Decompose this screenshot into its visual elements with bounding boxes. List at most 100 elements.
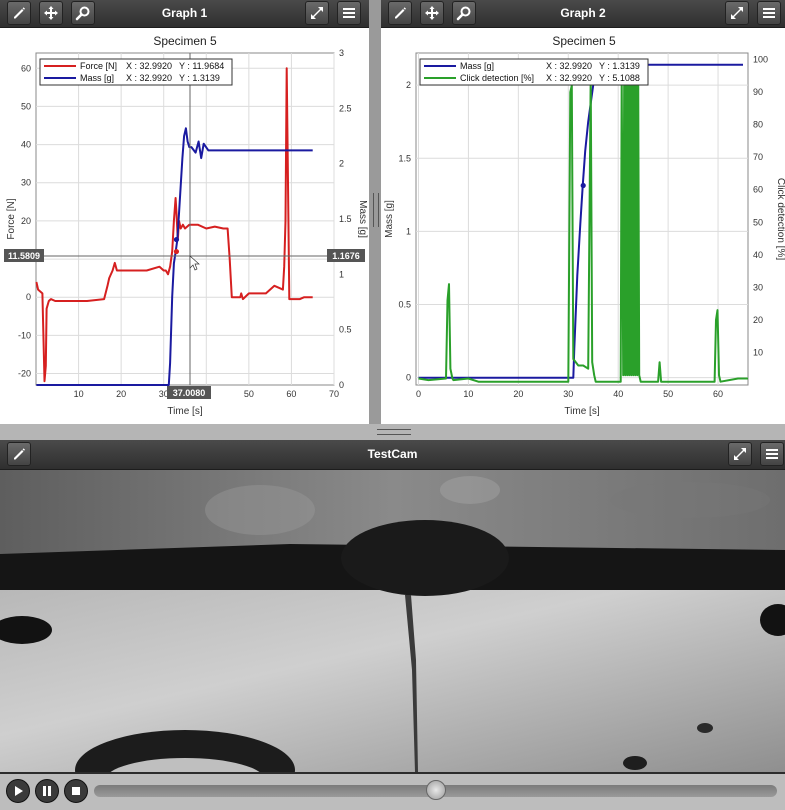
y-left-tick-label: 60	[21, 63, 31, 73]
graph2-zoom-button[interactable]	[452, 1, 476, 25]
hamburger-menu-icon	[763, 8, 775, 18]
graph2-ylabel-left: Mass [g]	[384, 200, 395, 238]
y-right-tick-label: 1	[339, 269, 344, 279]
stop-button[interactable]	[64, 779, 88, 803]
x-tick-label: 70	[329, 389, 339, 399]
x-tick-label: 20	[116, 389, 126, 399]
graph2-xlabel: Time [s]	[564, 406, 599, 417]
graph1-fullscreen-button[interactable]	[305, 1, 329, 25]
magnifier-icon	[75, 6, 90, 21]
y-right-tick-label: 30	[753, 282, 763, 292]
y-right-tick-label: 20	[753, 315, 763, 325]
legend-x-click: X : 32.9920	[546, 73, 592, 83]
x-tick-label: 20	[513, 389, 523, 399]
graph1-zoom-button[interactable]	[71, 1, 95, 25]
legend-y-click: Y : 5.1088	[599, 73, 640, 83]
expand-icon	[731, 7, 743, 19]
magnifier-icon	[456, 6, 471, 21]
legend-y-mass: Y : 1.3139	[599, 61, 640, 71]
graph1-cursor-left-readout: 11.5809	[8, 251, 40, 261]
graph2-chart[interactable]: Specimen 5 0 10 20 30 40 50 60 2 1.5 1 0.5 0 100 90…	[381, 27, 785, 424]
graph1-edit-button[interactable]	[7, 1, 31, 25]
graph1-xlabel: Time [s]	[167, 406, 202, 417]
graph1-right-ticks: 3 2.5 2 1.5 1 0.5 0	[339, 48, 352, 390]
mass-cursor-marker	[173, 236, 180, 243]
x-tick-label: 0	[416, 389, 421, 399]
playback-seek-thumb[interactable]	[425, 780, 446, 800]
y-right-tick-label: 50	[753, 217, 763, 227]
y-left-tick-label: 0.5	[398, 300, 411, 310]
camera-menu-button[interactable]	[760, 442, 784, 466]
x-tick-label: 50	[244, 389, 254, 399]
graph1-ylabel-right: Mass [g]	[357, 200, 368, 238]
y-right-tick-label: 70	[753, 152, 763, 162]
x-tick-label: 30	[563, 389, 573, 399]
camera-titlebar: TestCam	[0, 440, 785, 470]
pause-button[interactable]	[35, 779, 59, 803]
legend-name-click: Click detection [%]	[460, 73, 534, 83]
play-button[interactable]	[6, 779, 30, 803]
force-cursor-marker	[173, 248, 180, 255]
y-right-tick-label: 2	[339, 159, 344, 169]
legend-name-force: Force [N]	[80, 61, 117, 71]
pencil-icon	[395, 7, 406, 19]
y-right-tick-label: 0	[339, 380, 344, 390]
graph2-titlebar: Graph 2	[381, 0, 785, 28]
y-left-tick-label: 1	[406, 226, 411, 236]
graph1-menu-button[interactable]	[337, 1, 361, 25]
graph1-legend: Force [N] X : 32.9920 Y : 11.9684 Mass […	[39, 58, 233, 86]
legend-y-mass: Y : 1.3139	[179, 73, 220, 83]
y-left-tick-label: 30	[21, 178, 31, 188]
graph2-menu-button[interactable]	[757, 1, 781, 25]
graph2-ylabel-right: Click detection [%]	[775, 178, 785, 260]
hamburger-menu-icon	[343, 8, 355, 18]
x-tick-label: 60	[713, 389, 723, 399]
camera-fullscreen-button[interactable]	[728, 442, 752, 466]
y-right-tick-label: 0.5	[339, 325, 352, 335]
y-left-tick-label: 40	[21, 140, 31, 150]
move-arrows-icon	[44, 6, 58, 20]
mass-cursor-marker	[580, 182, 586, 189]
move-arrows-icon	[425, 6, 439, 20]
y-left-tick-label: 1.5	[398, 153, 411, 163]
graph1-panel: Graph 1 Specimen 5 10203040506070 605040…	[0, 0, 369, 424]
graph1-titlebar: Graph 1	[0, 0, 369, 28]
graph2-edit-button[interactable]	[388, 1, 412, 25]
x-tick-label: 40	[613, 389, 623, 399]
y-left-tick-label: 20	[21, 216, 31, 226]
hamburger-menu-icon	[766, 449, 778, 459]
y-right-tick-label: 90	[753, 87, 763, 97]
x-tick-label: 60	[286, 389, 296, 399]
y-left-tick-label: -10	[18, 330, 31, 340]
y-right-tick-label: 1.5	[339, 214, 352, 224]
x-tick-label: 10	[463, 389, 473, 399]
legend-x-force: X : 32.9920	[126, 61, 172, 71]
splitter-grip-icon	[377, 429, 411, 435]
y-right-tick-label: 60	[753, 185, 763, 195]
camera-edit-button[interactable]	[7, 442, 31, 466]
play-icon	[15, 786, 23, 796]
pencil-icon	[14, 448, 25, 460]
horizontal-splitter[interactable]	[0, 424, 785, 440]
graph2-right-ticks: 100 90 80 70 60 50 40 30 20 10	[753, 55, 768, 358]
graph2-plot-area[interactable]	[415, 52, 749, 386]
pencil-icon	[14, 7, 25, 19]
camera-panel: TestCam	[0, 440, 785, 810]
graph2-chart-title: Specimen 5	[552, 34, 616, 48]
y-left-tick-label: 50	[21, 101, 31, 111]
graph2-pan-button[interactable]	[420, 1, 444, 25]
graph2-fullscreen-button[interactable]	[725, 1, 749, 25]
graph1-chart[interactable]: Specimen 5 10203040506070 6050403020100-…	[0, 27, 369, 424]
graph1-left-ticks: 6050403020100-10-20	[18, 63, 31, 378]
y-right-tick-label: 10	[753, 347, 763, 357]
y-left-tick-label: -20	[18, 369, 31, 379]
legend-name-mass: Mass [g]	[460, 61, 494, 71]
graph1-pan-button[interactable]	[39, 1, 63, 25]
x-tick-label: 10	[74, 389, 84, 399]
y-left-tick-label: 0	[406, 373, 411, 383]
graph1-cursor-x-readout: 37.0080	[173, 388, 206, 398]
camera-video-frame[interactable]	[0, 470, 785, 772]
legend-x-mass: X : 32.9920	[546, 61, 592, 71]
legend-name-mass: Mass [g]	[80, 73, 114, 83]
vertical-splitter[interactable]	[369, 0, 381, 424]
